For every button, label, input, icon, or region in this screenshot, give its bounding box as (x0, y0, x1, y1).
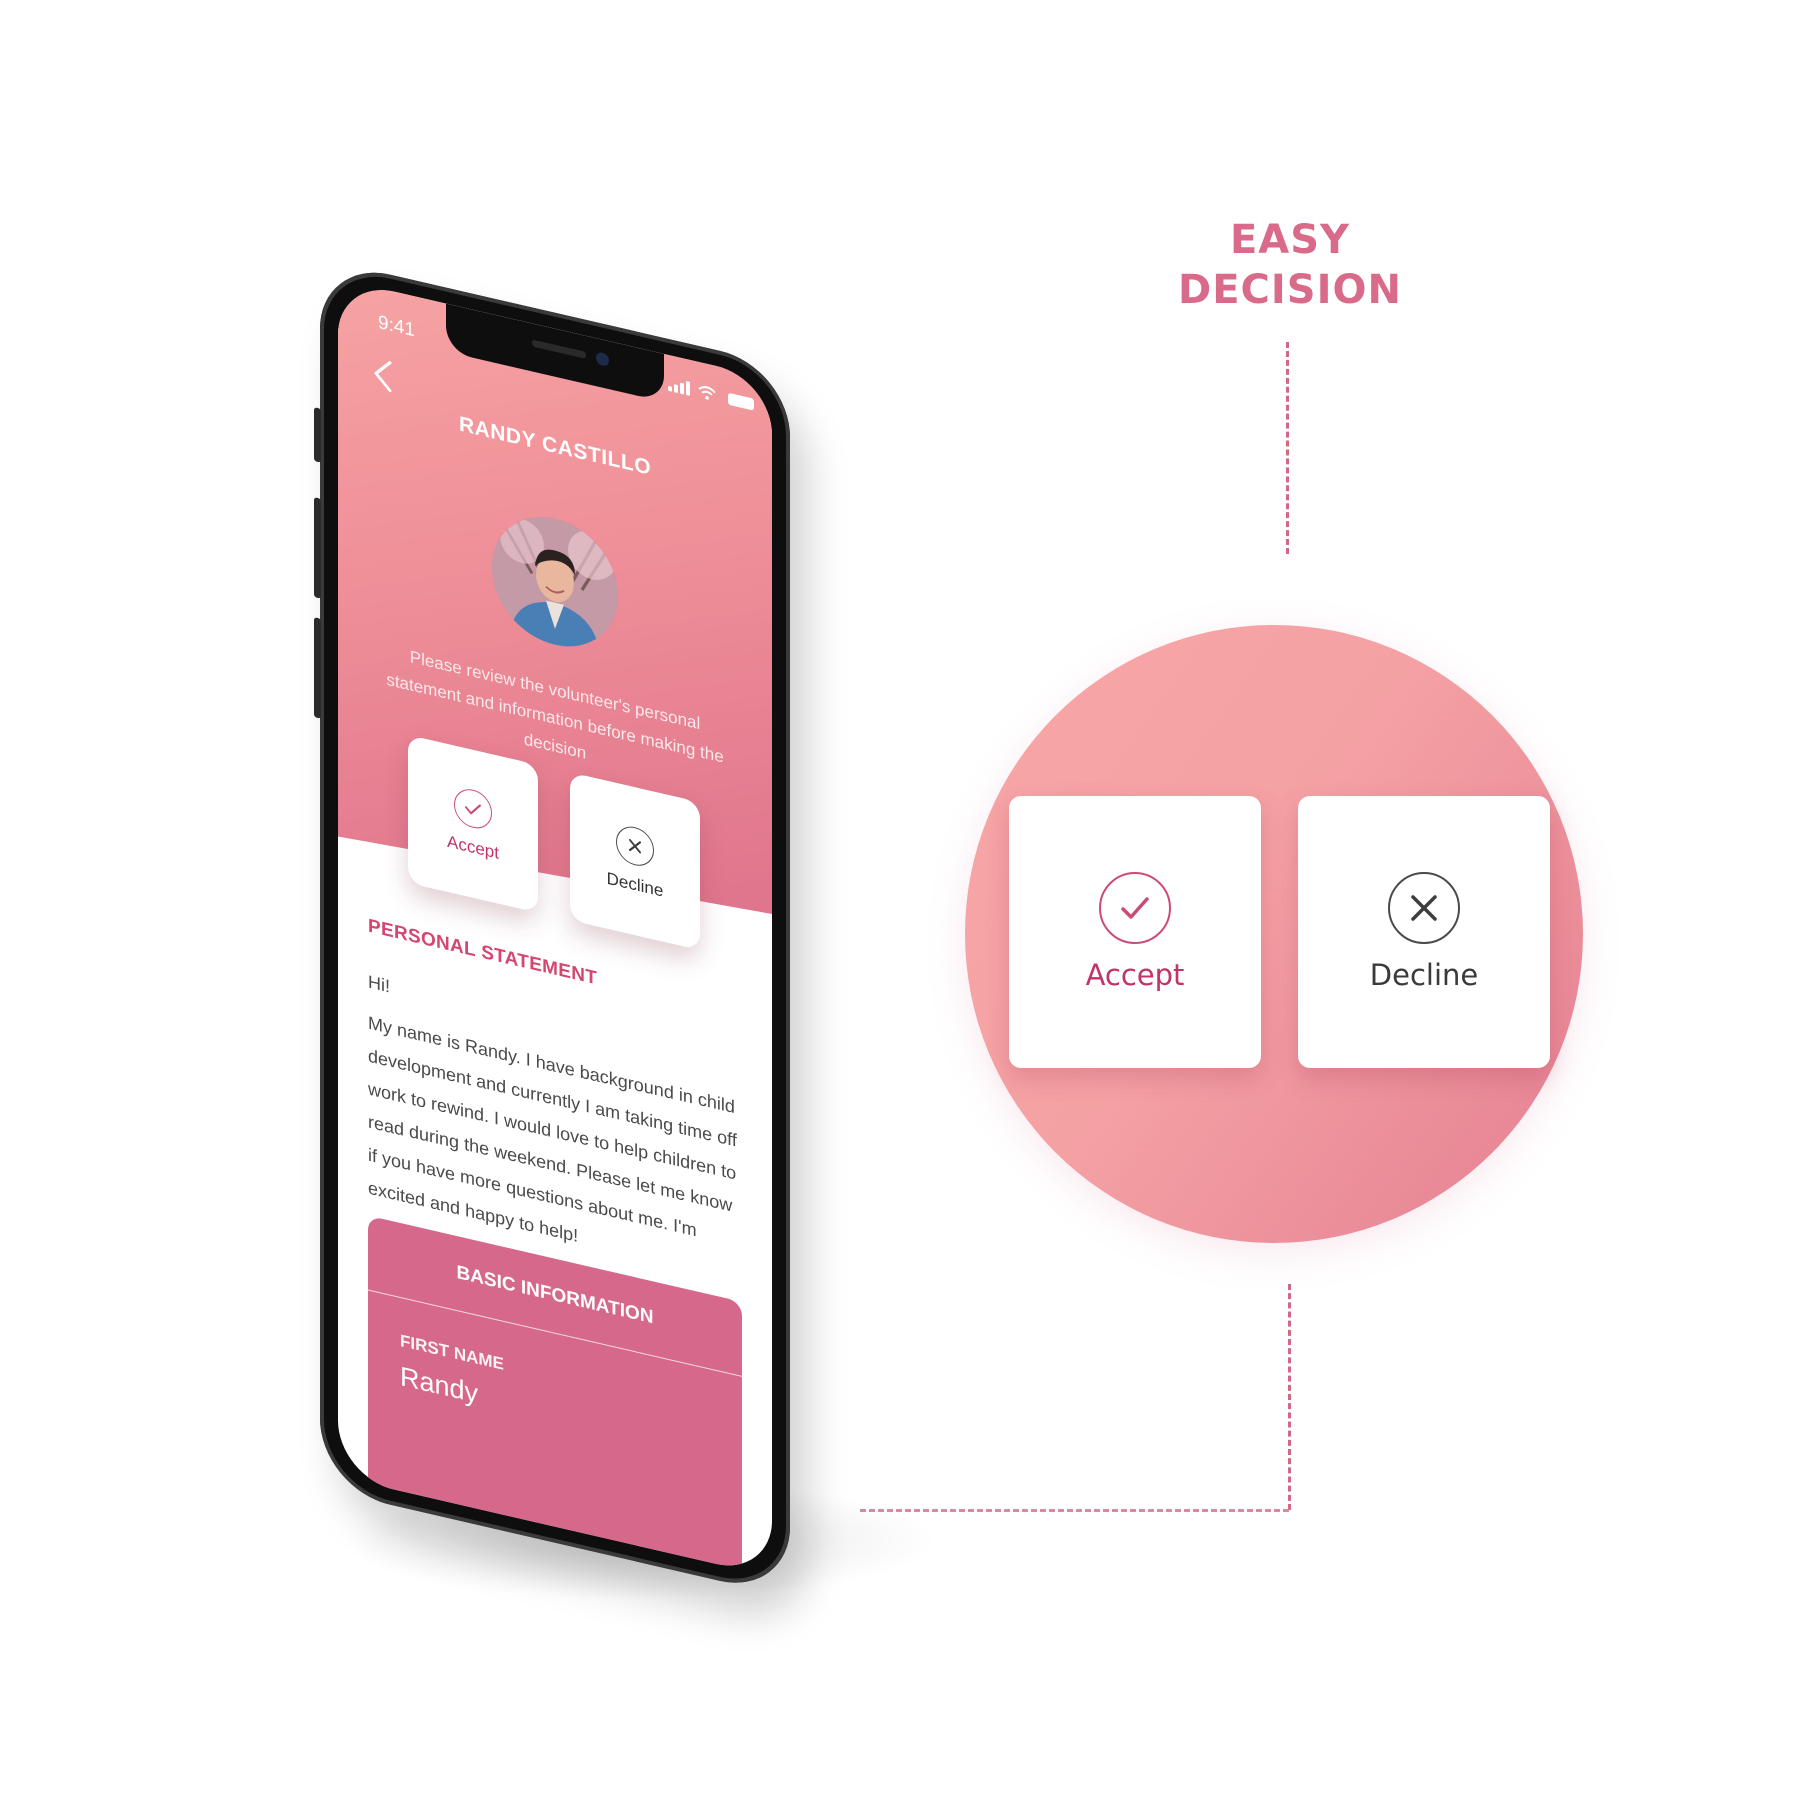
headline-line-2: DECISION (1178, 267, 1402, 313)
phone-screen: 9:41 RANDY CASTILLO Please review the vo… (338, 278, 772, 1577)
phone-mockup: 9:41 RANDY CASTILLO Please review the vo… (240, 258, 800, 1597)
zoom-accept-label: Accept (1085, 958, 1185, 992)
headline: EASY DECISION (1140, 215, 1440, 315)
side-button-silent (314, 407, 321, 463)
accept-label: Accept (447, 831, 499, 863)
zoom-decline-button[interactable]: Decline (1298, 796, 1550, 1068)
x-circle-icon (1388, 872, 1460, 944)
side-button-volume-down (314, 617, 321, 719)
dashed-connector-top (1286, 342, 1289, 554)
headline-line-1: EASY (1229, 217, 1351, 263)
check-circle-icon (1099, 872, 1171, 944)
back-button[interactable] (368, 352, 398, 399)
decline-button[interactable]: Decline (570, 772, 700, 951)
zoom-decline-label: Decline (1369, 958, 1479, 992)
chevron-left-icon (374, 361, 392, 393)
front-camera (596, 351, 609, 368)
decline-label: Decline (606, 868, 664, 901)
side-button-volume-up (314, 497, 321, 599)
x-circle-icon (616, 822, 654, 870)
zoom-accept-button[interactable]: Accept (1009, 796, 1261, 1068)
check-circle-icon (454, 785, 492, 833)
showcase-canvas: EASY DECISION Accept Decline 9:41 RANDY … (0, 0, 1800, 1800)
speaker-grille (532, 339, 586, 359)
first-name-value: Randy (400, 1360, 479, 1409)
dashed-connector-bottom (1288, 1284, 1291, 1510)
dashed-connector-horizontal (860, 1509, 1289, 1512)
accept-button[interactable]: Accept (408, 734, 538, 913)
phone-body: 9:41 RANDY CASTILLO Please review the vo… (314, 258, 790, 1597)
